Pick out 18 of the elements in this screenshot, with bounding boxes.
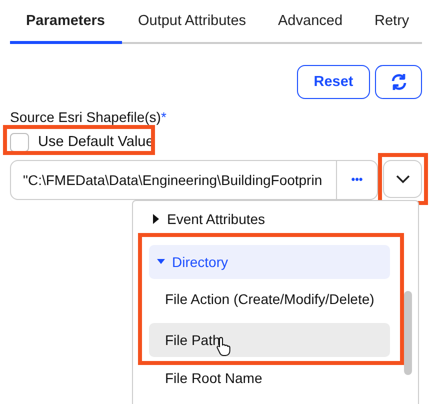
- tab[interactable]: Output Attributes: [122, 0, 262, 44]
- chevron-down-icon: [394, 174, 410, 184]
- menu-item[interactable]: Directory: [149, 245, 390, 279]
- menu-item[interactable]: File Path: [149, 323, 390, 357]
- tab[interactable]: Advanced: [262, 0, 359, 44]
- refresh-icon: [390, 73, 408, 91]
- tab[interactable]: Retry: [358, 0, 426, 44]
- menu-item[interactable]: File Root Name: [149, 361, 390, 395]
- scrollbar-thumb[interactable]: [404, 291, 412, 375]
- checkbox[interactable]: [10, 132, 29, 152]
- refresh-button[interactable]: [375, 65, 422, 99]
- field-label: Source Esri Shapefile(s)*: [10, 109, 168, 125]
- reset-button[interactable]: Reset: [297, 65, 370, 99]
- menu-item[interactable]: File Action (Create/Modify/Delete): [149, 282, 390, 316]
- browse-button[interactable]: •••: [336, 161, 377, 199]
- tab[interactable]: Parameters: [10, 0, 122, 44]
- menu-item[interactable]: Event Attributes: [149, 202, 390, 236]
- dropdown-button[interactable]: [383, 160, 422, 198]
